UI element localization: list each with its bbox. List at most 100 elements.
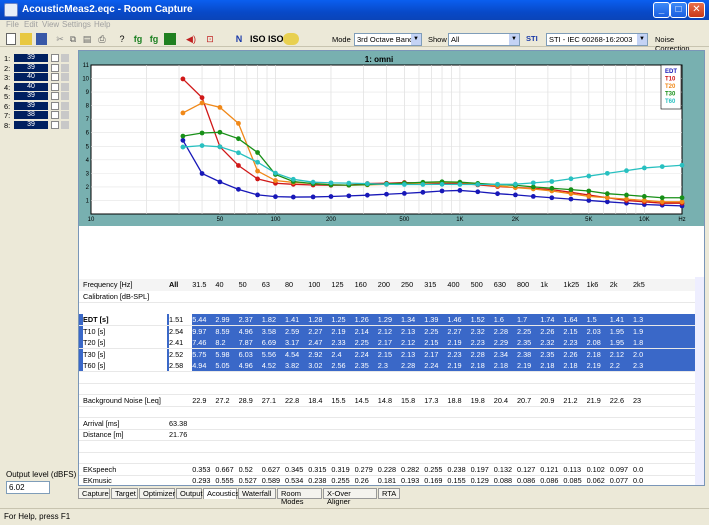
table-cell[interactable]: 2.35 [355,361,378,370]
table-cell[interactable]: 1.95 [610,327,633,336]
channel-level[interactable]: 40 [14,73,48,81]
tab-output[interactable]: Output [176,488,203,499]
table-cell[interactable]: 2.26 [540,327,563,336]
table-cell[interactable]: 0.0 [633,465,656,474]
table-row[interactable]: T30 [s] 2.52 5.75 5.98 6.03 5.56 4.54 2.92 2.4 2.… [79,348,704,360]
table-cell[interactable]: 0.238 [447,465,470,474]
table-cell[interactable]: 0.169 [424,476,447,485]
channel-checkbox[interactable] [51,120,59,129]
table-cell[interactable]: 19.8 [471,396,494,405]
channel-icon[interactable] [61,82,69,91]
table-cell[interactable]: 8.2 [215,338,238,347]
table-cell[interactable]: 2.18 [563,361,586,370]
table-cell[interactable]: 1.29 [378,315,401,324]
table-cell[interactable]: 0.589 [262,476,285,485]
results-table[interactable]: Frequency [Hz] All 31.5 40 50 63 80 100 125 160 20… [79,277,704,485]
table-cell[interactable]: 2.37 [239,315,262,324]
menu-settings[interactable]: Settings [62,20,91,29]
iso-alt-button[interactable]: ISO [268,33,284,45]
table-cell[interactable]: 23 [633,396,656,405]
output-level-input[interactable]: 6.02 [6,481,50,494]
channel-row[interactable]: 4: 40 [4,82,72,92]
table-cell[interactable]: 27.2 [215,396,238,405]
channel-row[interactable]: 7: 38 [4,111,72,120]
table-cell[interactable]: 0.102 [587,465,610,474]
table-cell[interactable]: 2.19 [331,327,354,336]
table-cell[interactable]: 0.127 [517,465,540,474]
maximize-button[interactable]: □ [670,2,687,18]
table-cell[interactable]: 2.03 [587,327,610,336]
tab-room-modes[interactable]: Room Modes [277,488,322,506]
signal-icon[interactable]: ⊡ [203,33,217,45]
table-cell[interactable]: 63.38 [169,419,192,428]
table-cell[interactable]: 2.24 [424,361,447,370]
table-cell[interactable]: 2.23 [471,338,494,347]
table-cell[interactable]: 2.17 [378,338,401,347]
table-cell[interactable]: 3.17 [285,338,308,347]
table-cell[interactable]: 0.527 [239,476,262,485]
table-cell[interactable]: 22.8 [285,396,308,405]
table-cell[interactable]: 27.1 [262,396,285,405]
table-cell[interactable]: 0.077 [610,476,633,485]
table-cell[interactable]: 18.4 [308,396,331,405]
tab-acoustics[interactable]: Acoustics [203,488,239,499]
table-cell[interactable]: 2.2 [610,361,633,370]
table-cell[interactable]: 2.23 [447,350,470,359]
table-cell[interactable]: 2.18 [540,361,563,370]
table-row[interactable]: EKspeech 0.353 0.667 0.52 0.627 0.345 0.315 0.3… [79,464,704,476]
table-cell[interactable]: 14.8 [378,396,401,405]
table-cell[interactable]: 3.82 [285,361,308,370]
channel-level[interactable]: 40 [14,82,48,91]
table-cell[interactable]: 2.0 [633,350,656,359]
table-cell[interactable]: 2.08 [587,338,610,347]
table-cell[interactable]: 2.34 [494,350,517,359]
channel-level[interactable]: 39 [14,54,48,62]
table-cell[interactable]: 0.255 [331,476,354,485]
table-cell[interactable]: 0.353 [192,465,215,474]
channel-icon[interactable] [61,63,69,72]
table-cell[interactable]: 5.05 [215,361,238,370]
table-cell[interactable]: 0.193 [401,476,424,485]
channel-row[interactable]: 2: 39 [4,63,72,73]
table-cell[interactable]: 2.38 [517,350,540,359]
table-cell[interactable]: 1.9 [633,327,656,336]
table-cell[interactable]: 1.95 [610,338,633,347]
fg-icon[interactable]: fg [132,33,144,45]
open-folder-icon[interactable] [20,33,32,45]
table-cell[interactable]: 0.132 [494,465,517,474]
channel-row[interactable]: 8: 39 [4,120,72,130]
table-cell[interactable]: 2.35 [517,338,540,347]
table-cell[interactable]: 4.96 [239,327,262,336]
table-cell[interactable]: 2.58 [169,360,192,372]
table-cell[interactable]: 1.46 [447,315,470,324]
table-cell[interactable]: 2.19 [447,361,470,370]
display-icon[interactable] [164,33,176,45]
table-cell[interactable]: 22.6 [610,396,633,405]
table-row[interactable]: T20 [s] 2.41 7.46 8.2 7.87 6.69 3.17 2.47 2.33 2.… [79,337,704,349]
table-row[interactable]: T60 [s] 2.58 4.94 5.05 4.96 4.52 3.82 3.02 2.56 2… [79,360,704,372]
table-cell[interactable]: 1.51 [169,314,192,326]
channel-icon[interactable] [61,73,69,81]
table-cell[interactable]: 1.52 [471,315,494,324]
table-cell[interactable]: 4.94 [192,361,215,370]
channel-icon[interactable] [61,101,69,110]
tab-rta[interactable]: RTA [378,488,400,499]
table-cell[interactable]: 1.41 [610,315,633,324]
table-cell[interactable]: 2.12 [610,350,633,359]
print-icon[interactable]: ⎙ [96,33,108,45]
mode-select[interactable]: 3rd Octave Band ▼ [354,33,422,46]
table-cell[interactable]: 5.75 [192,350,215,359]
table-cell[interactable]: 2.14 [355,327,378,336]
table-cell[interactable]: 1.74 [540,315,563,324]
table-cell[interactable]: 1.39 [424,315,447,324]
table-cell[interactable]: 2.35 [540,350,563,359]
table-cell[interactable]: 2.15 [378,350,401,359]
channel-row[interactable]: 6: 39 [4,101,72,111]
table-cell[interactable]: 2.47 [308,338,331,347]
table-cell[interactable]: 0.181 [378,476,401,485]
table-cell[interactable]: 2.25 [355,338,378,347]
channel-level[interactable]: 38 [14,111,48,119]
channel-level[interactable]: 39 [14,120,48,129]
tab-target[interactable]: Target [111,488,138,499]
save-icon[interactable] [36,33,47,45]
